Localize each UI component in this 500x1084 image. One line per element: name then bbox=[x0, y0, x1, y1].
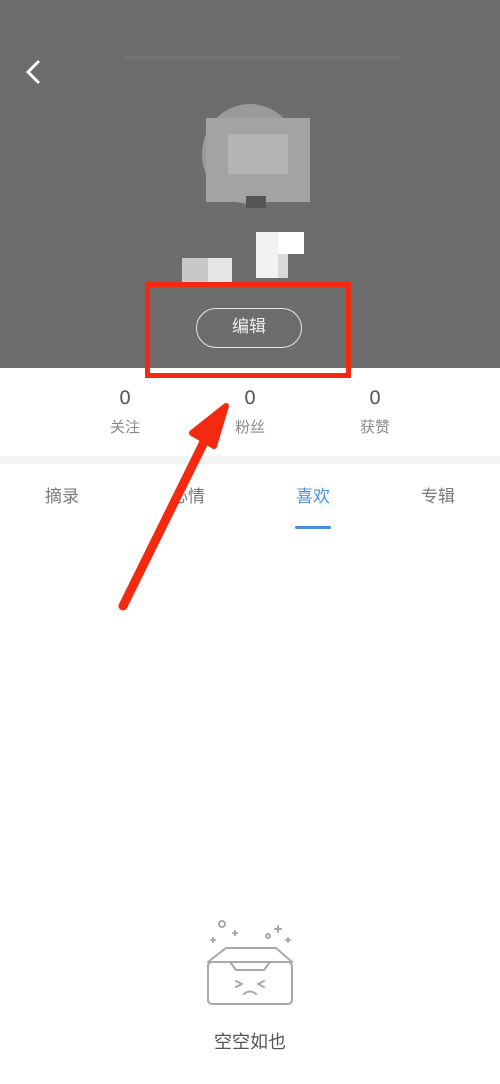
stat-label: 获赞 bbox=[359, 418, 390, 436]
tab-excerpts[interactable]: 摘录 bbox=[17, 478, 107, 516]
stat-label: 关注 bbox=[109, 418, 140, 436]
stat-followers[interactable]: 0 粉丝 bbox=[210, 384, 290, 437]
tab-albums[interactable]: 专辑 bbox=[393, 478, 483, 516]
section-divider bbox=[0, 456, 500, 464]
stat-value: 0 bbox=[368, 387, 382, 409]
tab-bar: 摘录 心情 喜欢 专辑 bbox=[0, 478, 500, 534]
stat-value: 0 bbox=[118, 387, 132, 409]
empty-box-icon bbox=[200, 915, 300, 1010]
chevron-left-icon bbox=[26, 60, 40, 84]
annotation-highlight-box bbox=[145, 282, 351, 378]
avatar[interactable] bbox=[198, 104, 310, 208]
stat-label: 粉丝 bbox=[234, 418, 265, 436]
back-button[interactable] bbox=[18, 54, 50, 90]
stat-value: 0 bbox=[243, 387, 257, 409]
stat-likes[interactable]: 0 获赞 bbox=[335, 384, 415, 437]
tab-mood[interactable]: 心情 bbox=[143, 478, 233, 516]
empty-state-text: 空空如也 bbox=[214, 1032, 286, 1053]
blurred-nickname bbox=[182, 232, 308, 282]
blurred-title bbox=[125, 56, 400, 60]
stat-following[interactable]: 0 关注 bbox=[85, 384, 165, 437]
tab-likes[interactable]: 喜欢 bbox=[268, 478, 358, 516]
active-tab-indicator bbox=[295, 526, 331, 529]
stats-row: 0 关注 0 粉丝 0 获赞 bbox=[0, 384, 500, 444]
